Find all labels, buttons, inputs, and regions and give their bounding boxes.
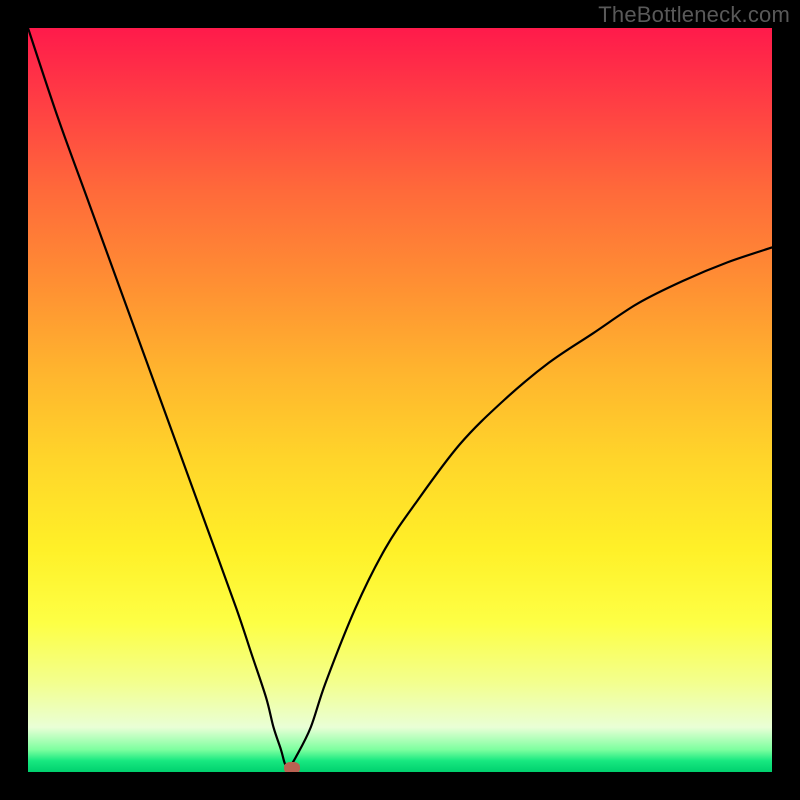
chart-frame: TheBottleneck.com xyxy=(0,0,800,800)
curve-path xyxy=(28,28,772,770)
watermark-text: TheBottleneck.com xyxy=(598,2,790,28)
curve-layer xyxy=(28,28,772,772)
optimum-marker xyxy=(284,762,300,772)
plot-area xyxy=(28,28,772,772)
